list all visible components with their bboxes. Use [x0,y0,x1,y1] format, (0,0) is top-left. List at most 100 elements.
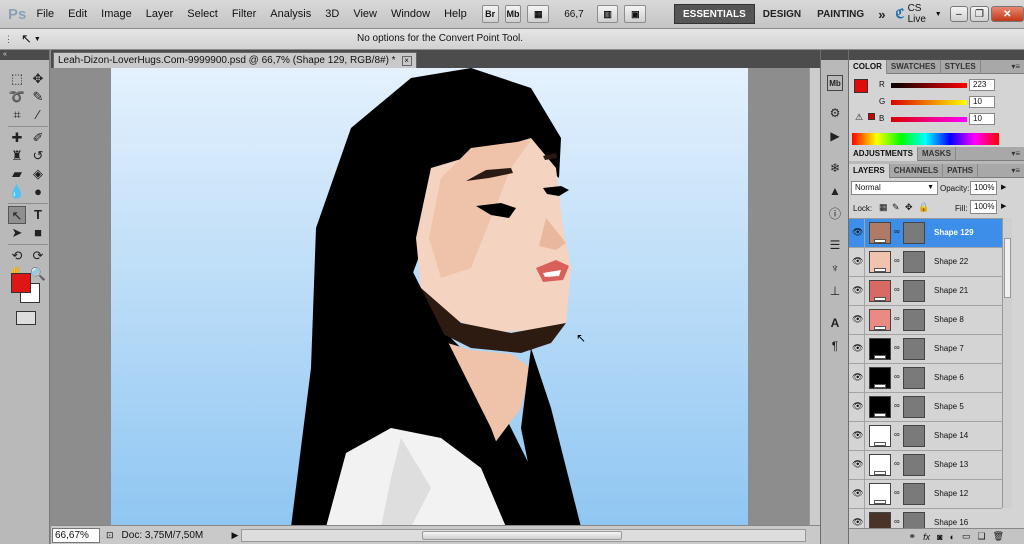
close-icon[interactable]: × [401,55,412,66]
visibility-toggle[interactable]: 👁 [849,393,865,422]
opacity-field[interactable]: 100% [970,181,997,195]
tab-masks[interactable]: MASKS [918,146,956,161]
chain-link-icon[interactable]: ∞ [894,314,900,323]
panel-menu-icon[interactable]: ▾≡ [1011,62,1020,71]
document-tab[interactable]: Leah-Dizon-LoverHugs.Com-9999900.psd @ 6… [53,52,417,68]
visibility-toggle[interactable]: 👁 [849,480,865,509]
history-icon[interactable]: ⚙ [827,105,843,121]
lock-position-icon[interactable]: ✥ [905,202,913,213]
type-tool-icon[interactable]: T [29,206,47,224]
visibility-toggle[interactable]: 👁 [849,364,865,393]
workspace-painting[interactable]: PAINTING [809,9,872,20]
tab-color[interactable]: COLOR [849,59,887,74]
vector-mask-thumbnail[interactable] [903,512,925,528]
3d-rotate-tool-icon[interactable]: ⟲ [8,247,26,265]
character-icon[interactable]: A [827,315,843,331]
channel-r-slider[interactable] [891,83,967,88]
rectangle-tool-icon[interactable]: ■ [29,224,47,242]
new-layer-icon[interactable]: ❏ [977,531,985,542]
clone-source-icon[interactable]: ♆ [827,260,843,276]
restore-button[interactable]: ❐ [970,6,989,22]
visibility-toggle[interactable]: 👁 [849,306,865,335]
view-extras-button[interactable]: ▦ [527,5,550,23]
layer-name[interactable]: Shape 6 [934,373,964,382]
menu-select[interactable]: Select [180,8,225,20]
layer-row[interactable]: 👁 ∞ Shape 7 [849,335,1002,364]
tab-styles[interactable]: STYLES [941,59,981,74]
status-menu-icon[interactable]: ▶ [232,530,239,541]
visibility-toggle[interactable]: 👁 [849,422,865,451]
zoom-tool-icon[interactable]: 🔍 [29,265,47,283]
link-layers-icon[interactable]: ⚭ [909,531,917,542]
channel-b-slider[interactable] [891,117,967,122]
chain-link-icon[interactable]: ∞ [894,227,900,236]
crop-tool-icon[interactable]: ⌗ [8,106,26,124]
artwork-canvas[interactable] [111,68,748,527]
panels-collapse-icon[interactable] [849,50,1024,60]
menu-file[interactable]: File [29,8,61,20]
close-button[interactable]: ✕ [990,6,1024,22]
menu-analysis[interactable]: Analysis [263,8,318,20]
brush-tool-icon[interactable]: ✐ [29,129,47,147]
menu-filter[interactable]: Filter [225,8,263,20]
layer-name[interactable]: Shape 21 [934,286,968,295]
zoom-level[interactable]: 66,7 [564,9,583,20]
screen-mode-button[interactable]: ▣ [624,5,647,23]
histogram-icon[interactable]: ▲ [827,183,843,199]
layer-row[interactable]: 👁 ∞ Shape 16 [849,509,1002,528]
lock-all-icon[interactable]: 🔒 [918,202,929,213]
actions-icon[interactable]: ▶ [827,128,843,144]
layer-thumbnail[interactable] [869,309,891,331]
gamut-swatch[interactable] [868,113,875,120]
layer-thumbnail[interactable] [869,222,891,244]
layer-row[interactable]: 👁 ∞ Shape 129 [849,219,1002,248]
channel-r-value[interactable]: 223 [969,79,995,91]
layer-row[interactable]: 👁 ∞ Shape 6 [849,364,1002,393]
blur-tool-icon[interactable]: 💧 [8,183,26,201]
layer-thumbnail[interactable] [869,454,891,476]
move-tool-icon[interactable]: ✥ [29,70,47,88]
history-brush-tool-icon[interactable]: ↺ [29,147,47,165]
layer-row[interactable]: 👁 ∞ Shape 12 [849,480,1002,509]
adjustment-layer-icon[interactable]: ◐ [950,532,955,542]
fill-field[interactable]: 100% [970,200,997,214]
brush-presets-icon[interactable]: ☰ [827,237,843,253]
vector-mask-thumbnail[interactable] [903,454,925,476]
vector-mask-thumbnail[interactable] [903,222,925,244]
layer-row[interactable]: 👁 ∞ Shape 5 [849,393,1002,422]
layer-name[interactable]: Shape 7 [934,344,964,353]
pen-tool-icon[interactable]: ↖ [8,206,26,224]
menu-view[interactable]: View [346,8,384,20]
layer-name[interactable]: Shape 22 [934,257,968,266]
chain-link-icon[interactable]: ∞ [894,401,900,410]
clone-stamp-tool-icon[interactable]: ♜ [8,147,26,165]
zoom-field[interactable]: 66,67% [52,527,100,543]
vector-mask-thumbnail[interactable] [903,425,925,447]
dodge-tool-icon[interactable]: ● [29,183,47,201]
chain-link-icon[interactable]: ∞ [894,256,900,265]
bridge-button[interactable]: Br [481,5,499,23]
channel-b-value[interactable]: 10 [969,113,995,125]
canvas-area[interactable]: ↖ [51,68,820,527]
quick-selection-tool-icon[interactable]: ✎ [29,88,47,106]
chain-link-icon[interactable]: ∞ [894,285,900,294]
path-selection-tool-icon[interactable]: ➤ [8,224,26,242]
tab-paths[interactable]: PATHS [943,163,979,178]
foreground-color-swatch[interactable] [11,273,31,293]
layers-scrollbar[interactable] [1002,218,1012,508]
layer-name[interactable]: Shape 13 [934,460,968,469]
paragraph-icon[interactable]: ¶ [827,338,843,354]
vector-mask-thumbnail[interactable] [903,309,925,331]
chain-link-icon[interactable]: ∞ [894,372,900,381]
chain-link-icon[interactable]: ∞ [894,517,900,526]
eraser-tool-icon[interactable]: ▰ [8,165,26,183]
layer-thumbnail[interactable] [869,338,891,360]
menu-image[interactable]: Image [94,8,139,20]
tab-layers[interactable]: LAYERS [849,163,890,178]
tool-presets-icon[interactable]: ⊥ [827,283,843,299]
menu-3d[interactable]: 3D [318,8,346,20]
visibility-toggle[interactable]: 👁 [849,451,865,480]
adjustments-menu-icon[interactable]: ▾≡ [1011,149,1020,158]
layer-name[interactable]: Shape 8 [934,315,964,324]
horizontal-scroll-thumb[interactable] [422,531,622,540]
